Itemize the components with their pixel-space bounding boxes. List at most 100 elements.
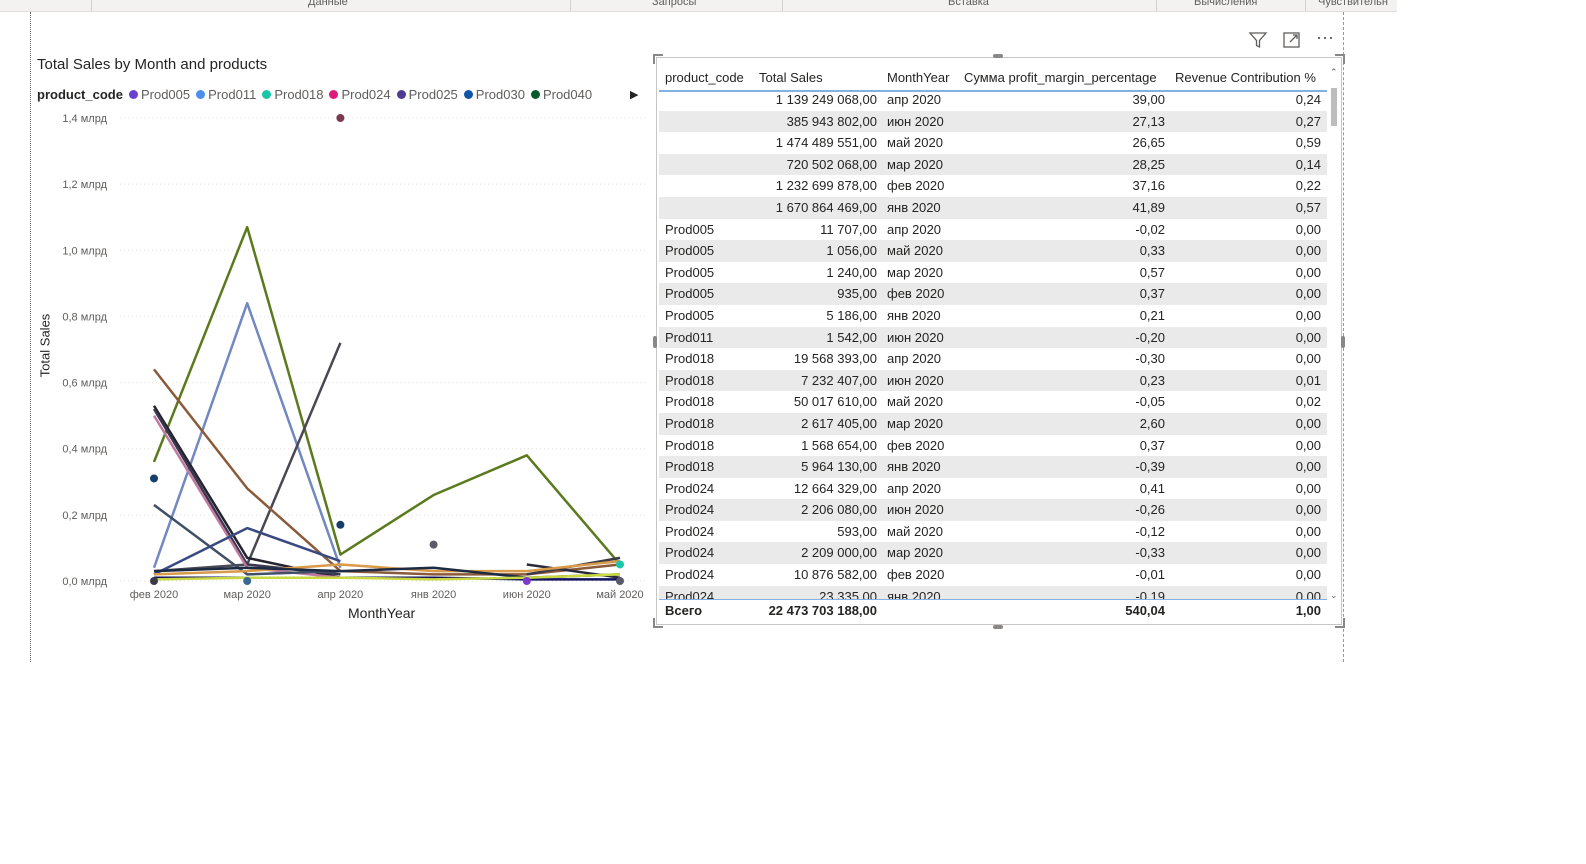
cell-total-sales: 2 209 000,00 [801,545,877,561]
ribbon-group-calculations[interactable]: Вычисления [1194,0,1257,8]
cell-product-code: Prod024 [665,480,715,496]
cell-monthyear: апр 2020 [887,221,942,237]
cell-monthyear: фев 2020 [887,178,945,194]
table-row[interactable]: Prod018 2 617 405,00 мар 2020 2,60 0,00 [659,412,1327,435]
cell-product-code: Prod005 [665,243,715,259]
table-row[interactable]: Prod018 5 964 130,00 янв 2020 -0,39 0,00 [659,456,1327,478]
cell-profit-margin: 0,33 [1139,243,1165,259]
table-visual[interactable]: product_code Total Sales MonthYear Сумма… [653,54,1345,629]
column-header-total-sales[interactable]: Total Sales [759,70,823,85]
cell-profit-margin: 37,16 [1132,178,1165,194]
cell-total-sales: 1 568 654,00 [801,437,877,453]
table-row[interactable]: 385 943 802,00 июн 2020 27,13 0,27 [659,110,1327,133]
table-row[interactable]: Prod005 5 186,00 янв 2020 0,21 0,00 [659,305,1327,327]
line-chart-visual[interactable]: Total Sales by Month and products produc… [30,48,648,638]
table-row[interactable]: Prod024 23 335,00 янв 2020 -0,19 0,00 [659,585,1327,599]
ribbon-separator [782,0,783,11]
cell-profit-margin: -0,19 [1135,588,1165,599]
cell-monthyear: апр 2020 [887,480,942,496]
cell-profit-margin: -0,33 [1135,545,1165,561]
cell-product-code: Prod018 [665,351,715,367]
column-header-monthyear[interactable]: MonthYear [887,70,949,85]
table-row[interactable]: 1 232 699 878,00 фев 2020 37,16 0,22 [659,175,1327,197]
cell-monthyear: июн 2020 [887,372,944,388]
table-row[interactable]: Prod024 593,00 май 2020 -0,12 0,00 [659,521,1327,543]
table-row[interactable]: 1 670 864 469,00 янв 2020 41,89 0,57 [659,196,1327,219]
table-row[interactable]: Prod005 935,00 фев 2020 0,37 0,00 [659,283,1327,305]
focus-mode-icon[interactable] [1282,30,1302,50]
table-row[interactable]: Prod005 1 240,00 мар 2020 0,57 0,00 [659,262,1327,284]
ribbon-group-insert[interactable]: Вставка [948,0,989,8]
column-header-product-code[interactable]: product_code [665,70,744,85]
resize-corner[interactable] [653,54,663,64]
filter-icon[interactable] [1248,30,1268,50]
table-header-row: product_code Total Sales MonthYear Сумма… [659,62,1327,92]
cell-product-code: Prod018 [665,394,715,410]
cell-revenue-contribution: 0,00 [1295,567,1321,583]
more-options-icon[interactable]: ⋯ [1316,28,1336,48]
cell-total-sales: 1 474 489 551,00 [775,135,877,151]
cell-product-code: Prod018 [665,459,715,475]
table-row[interactable]: 1 139 249 068,00 апр 2020 39,00 0,24 [659,89,1327,111]
table-row[interactable]: Prod005 1 056,00 май 2020 0,33 0,00 [659,240,1327,262]
data-point [429,540,438,549]
resize-corner[interactable] [1335,618,1345,628]
cell-profit-margin: -0,26 [1135,502,1165,518]
table-row[interactable]: Prod024 12 664 329,00 апр 2020 0,41 0,00 [659,478,1327,500]
cell-revenue-contribution: 0,00 [1295,243,1321,259]
cell-monthyear: апр 2020 [887,92,942,107]
table-row[interactable]: Prod018 19 568 393,00 апр 2020 -0,30 0,00 [659,348,1327,370]
cell-profit-margin: 26,65 [1132,135,1165,151]
cell-revenue-contribution: 0,00 [1295,437,1321,453]
ribbon-group-queries[interactable]: Запросы [652,0,696,8]
scroll-up-icon[interactable]: ⌃ [1330,67,1338,78]
ribbon-bar: Данные Запросы Вставка Вычисления Чувств… [0,0,1397,12]
cell-revenue-contribution: 0,00 [1295,221,1321,237]
table-row[interactable]: Prod018 1 568 654,00 фев 2020 0,37 0,00 [659,435,1327,457]
x-tick-label: апр 2020 [318,589,364,601]
table-row[interactable]: Prod011 1 542,00 июн 2020 -0,20 0,00 [659,326,1327,349]
data-point [522,577,531,585]
cell-monthyear: янв 2020 [887,307,941,323]
resize-corner[interactable] [1335,54,1345,64]
total-margin: 540,04 [1125,603,1165,618]
table-row[interactable]: Prod024 10 876 582,00 фев 2020 -0,01 0,00 [659,564,1327,586]
cell-profit-margin: 0,23 [1139,372,1165,388]
series-line [152,225,621,566]
cell-product-code: Prod024 [665,588,715,599]
y-tick-label: 0,2 млрд [62,510,107,522]
cell-revenue-contribution: 0,00 [1295,307,1321,323]
table-row[interactable]: Prod024 2 206 080,00 июн 2020 -0,26 0,00 [659,499,1327,521]
cell-revenue-contribution: 0,00 [1295,480,1321,496]
table-row[interactable]: 720 502 068,00 мар 2020 28,25 0,14 [659,153,1327,176]
cell-monthyear: мар 2020 [887,156,943,172]
resize-handle-right[interactable] [1341,336,1345,348]
ribbon-group-sensitivity[interactable]: Чувствительн [1318,0,1388,8]
table-scrollbar[interactable]: ⌃ ⌄ [1330,67,1338,602]
column-header-profit-margin[interactable]: Сумма profit_margin_percentage [964,70,1157,85]
cell-revenue-contribution: 0,00 [1295,351,1321,367]
cell-monthyear: май 2020 [887,523,943,539]
scrollbar-thumb[interactable] [1331,88,1337,126]
cell-profit-margin: -0,30 [1135,351,1165,367]
cell-total-sales: 7 232 407,00 [801,372,877,388]
resize-handle-left[interactable] [653,336,657,348]
ribbon-separator [570,0,571,11]
table-row[interactable]: 1 474 489 551,00 май 2020 26,65 0,59 [659,132,1327,154]
resize-handle-bottom[interactable] [993,625,1003,629]
table-row[interactable]: Prod018 7 232 407,00 июн 2020 0,23 0,01 [659,369,1327,392]
ribbon-group-data[interactable]: Данные [308,0,348,8]
table-row[interactable]: Prod024 2 209 000,00 мар 2020 -0,33 0,00 [659,542,1327,565]
resize-corner[interactable] [653,618,663,628]
cell-product-code: Prod005 [665,307,715,323]
cell-total-sales: 1 232 699 878,00 [775,178,877,194]
table-row[interactable]: Prod005 11 707,00 апр 2020 -0,02 0,00 [659,219,1327,241]
table-row[interactable]: Prod018 50 017 610,00 май 2020 -0,05 0,02 [659,391,1327,413]
cell-total-sales: 2 617 405,00 [801,415,877,431]
cell-monthyear: янв 2020 [887,459,941,475]
scroll-down-icon[interactable]: ⌄ [1330,590,1338,601]
resize-handle-top[interactable] [993,54,1003,58]
cell-monthyear: май 2020 [887,394,943,410]
series-line [152,414,341,579]
column-header-revenue-contribution[interactable]: Revenue Contribution % [1175,70,1316,85]
